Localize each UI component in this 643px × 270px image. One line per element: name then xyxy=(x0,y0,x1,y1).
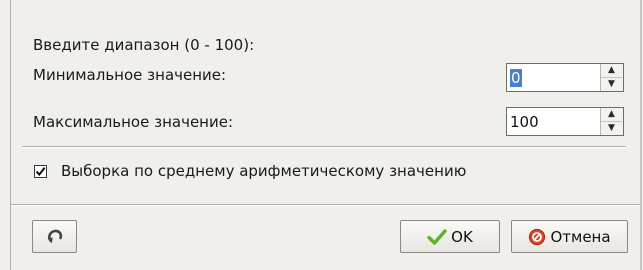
min-value-spin-buttons: ▲ ▼ xyxy=(600,64,623,91)
max-value-label: Максимальное значение: xyxy=(33,113,234,131)
arrow-down-icon: ▼ xyxy=(608,123,615,133)
min-value-input[interactable]: 0 xyxy=(510,69,522,87)
cancel-button-label: Отмена xyxy=(550,227,611,246)
options-separator xyxy=(22,146,626,148)
arrow-up-icon: ▲ xyxy=(608,65,615,75)
min-value-label: Минимальное значение: xyxy=(33,66,227,84)
min-value-decrement-button[interactable]: ▼ xyxy=(601,78,622,91)
undo-button[interactable] xyxy=(32,220,77,253)
window-left-border xyxy=(10,0,11,270)
max-value-decrement-button[interactable]: ▼ xyxy=(601,122,622,135)
ok-button-label: OK xyxy=(451,227,473,246)
undo-arrow-icon xyxy=(45,227,65,247)
min-value-increment-button[interactable]: ▲ xyxy=(601,64,622,78)
cancel-circle-icon xyxy=(528,228,546,246)
checkmark-icon xyxy=(35,167,46,177)
cancel-button[interactable]: Отмена xyxy=(511,220,628,253)
range-dialog: Введите диапазон (0 - 100): Минимальное … xyxy=(0,0,643,270)
range-prompt-label: Введите диапазон (0 - 100): xyxy=(33,36,255,54)
max-value-increment-button[interactable]: ▲ xyxy=(601,108,622,122)
max-value-spin-buttons: ▲ ▼ xyxy=(600,108,623,135)
average-sampling-checkbox[interactable] xyxy=(34,165,47,178)
button-bar-separator xyxy=(11,204,640,206)
checkmark-icon xyxy=(427,228,447,246)
ok-button[interactable]: OK xyxy=(400,220,500,253)
max-value-spinbox[interactable]: 100 ▲ ▼ xyxy=(506,107,624,136)
arrow-down-icon: ▼ xyxy=(608,79,615,89)
window-right-border xyxy=(640,0,642,270)
arrow-up-icon: ▲ xyxy=(608,109,615,119)
max-value-input[interactable]: 100 xyxy=(510,113,539,131)
min-value-spinbox[interactable]: 0 ▲ ▼ xyxy=(506,63,624,92)
average-sampling-label: Выборка по среднему арифметическому знач… xyxy=(61,162,467,180)
